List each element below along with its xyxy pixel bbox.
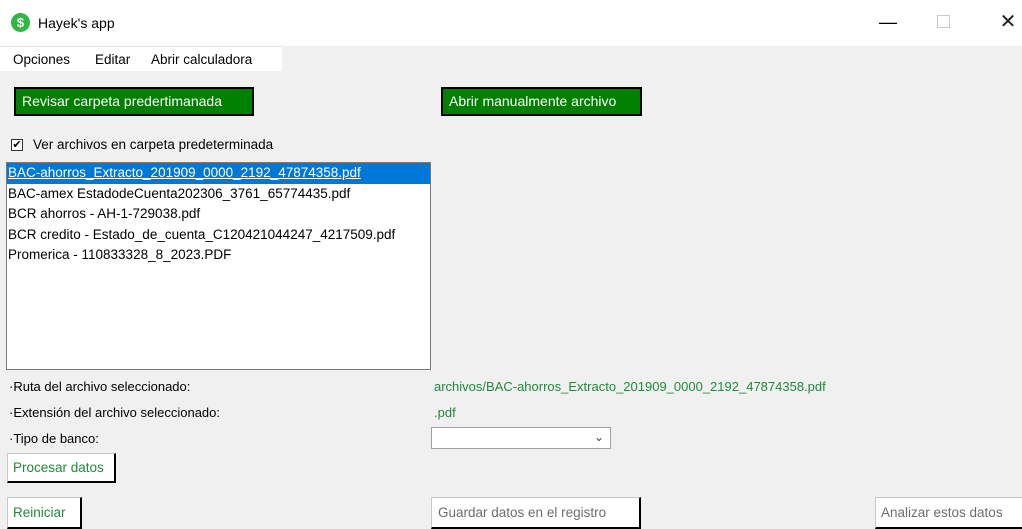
menu-abrir-calculadora[interactable]: Abrir calculadora	[151, 52, 252, 67]
maximize-button[interactable]	[937, 15, 950, 28]
analyze-data-button[interactable]: Analizar estos datos	[875, 497, 1022, 529]
extension-value: .pdf	[434, 405, 456, 420]
list-item[interactable]: BCR ahorros - AH-1-729038.pdf	[7, 204, 430, 225]
list-item[interactable]: BAC-amex EstadodeCuenta202306_3761_65774…	[7, 184, 430, 205]
reset-button[interactable]: Reiniciar	[7, 497, 82, 529]
menu-bar: Opciones Editar Abrir calculadora	[0, 46, 282, 71]
check-default-folder-button[interactable]: Revisar carpeta predertimanada	[14, 87, 254, 116]
window-title: Hayek's app	[38, 15, 115, 31]
menu-editar[interactable]: Editar	[95, 52, 130, 67]
file-listbox[interactable]: BAC-ahorros_Extracto_201909_0000_2192_47…	[6, 162, 431, 370]
show-default-folder-label: Ver archivos en carpeta predeterminada	[33, 137, 274, 152]
title-bar: $ Hayek's app — ✕	[0, 0, 1022, 46]
bank-type-label: ·Tipo de banco:	[9, 431, 99, 446]
minimize-button[interactable]: —	[876, 9, 900, 35]
show-default-folder-checkbox[interactable]: ✔	[11, 139, 23, 151]
list-item[interactable]: BCR credito - Estado_de_cuenta_C12042104…	[7, 225, 430, 246]
chevron-down-icon: ⌄	[593, 430, 604, 444]
list-item[interactable]: Promerica - 110833328_8_2023.PDF	[7, 245, 430, 266]
open-file-manually-button[interactable]: Abrir manualmente archivo	[441, 87, 642, 116]
dollar-icon: $	[11, 13, 30, 32]
path-value: archivos/BAC-ahorros_Extracto_201909_000…	[434, 379, 826, 394]
path-label: ·Ruta del archivo seleccionado:	[9, 379, 191, 394]
save-registry-button[interactable]: Guardar datos en el registro	[431, 497, 641, 529]
extension-label: ·Extensión del archivo seleccionado:	[9, 405, 221, 420]
process-data-button[interactable]: Procesar datos	[7, 453, 116, 483]
menu-opciones[interactable]: Opciones	[13, 52, 70, 67]
list-item[interactable]: BAC-ahorros_Extracto_201909_0000_2192_47…	[7, 163, 430, 184]
bank-type-select[interactable]: ⌄	[431, 427, 611, 449]
close-button[interactable]: ✕	[996, 9, 1020, 35]
